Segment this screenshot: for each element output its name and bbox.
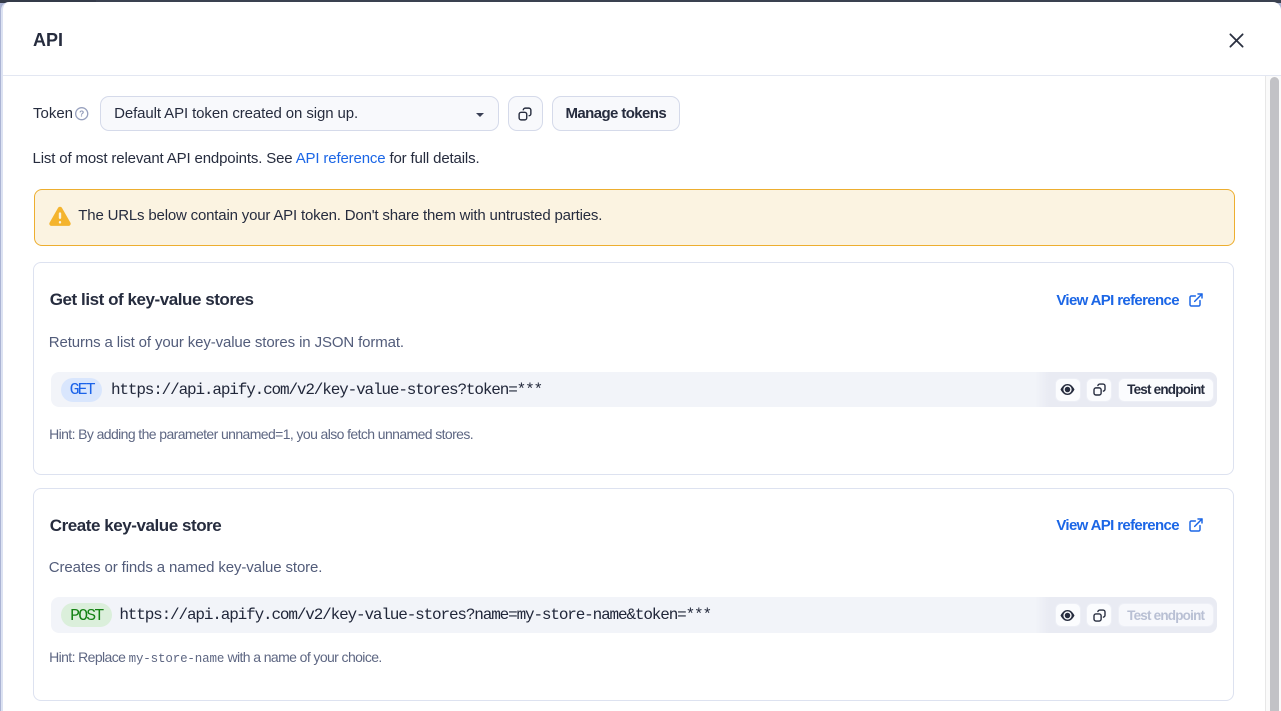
svg-text:?: ? — [79, 109, 84, 119]
